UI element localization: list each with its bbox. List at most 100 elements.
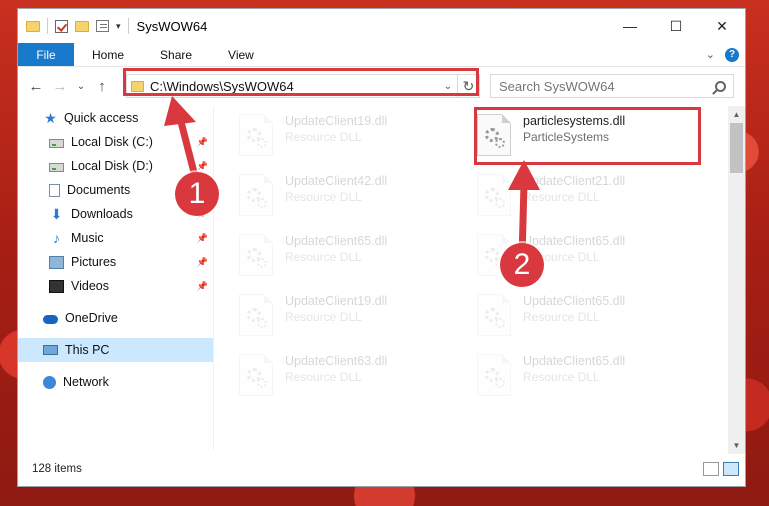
pin-icon: 📌 — [196, 232, 208, 243]
dll-file-icon — [239, 114, 273, 156]
back-button[interactable]: ← — [24, 78, 48, 95]
properties-check-icon[interactable] — [55, 19, 68, 33]
file-item[interactable]: UpdateClient65.dll Resource DLL — [214, 230, 444, 286]
file-item[interactable]: UpdateClient65.dll Resource DLL — [452, 350, 682, 406]
dll-file-icon — [239, 234, 273, 276]
sidebar-item-label: Pictures — [71, 255, 117, 269]
sidebar-item-label: Videos — [71, 279, 109, 293]
quick-access-toolbar: ▾ — [18, 18, 129, 34]
title-bar: ▾ SysWOW64 — ☐ ✕ — [18, 9, 745, 43]
onedrive-icon — [43, 314, 58, 324]
search-icon[interactable] — [715, 80, 726, 92]
dll-file-icon — [239, 174, 273, 216]
sidebar-item-label: Downloads — [71, 207, 133, 221]
sidebar-item-network[interactable]: Network — [18, 370, 213, 394]
file-type: Resource DLL — [285, 190, 362, 204]
search-box[interactable] — [490, 74, 734, 98]
sidebar-item-this-pc[interactable]: This PC — [18, 338, 213, 362]
address-bar[interactable]: C:\Windows\SysWOW64 ⌄ ↻ — [126, 74, 480, 98]
scroll-thumb[interactable] — [730, 123, 743, 173]
sidebar-item-local-disk-c[interactable]: Local Disk (C:) 📌 — [18, 130, 213, 154]
pin-icon: 📌 — [196, 136, 208, 147]
toolbar-divider — [127, 18, 129, 34]
downloads-icon: ⬇ — [50, 205, 63, 222]
sidebar-item-label: This PC — [65, 343, 110, 357]
sidebar-item-pictures[interactable]: Pictures 📌 — [18, 250, 213, 274]
music-icon: ♪ — [53, 229, 60, 246]
rename-icon[interactable] — [96, 20, 109, 32]
file-name: particlesystems.dll — [523, 114, 626, 128]
expand-ribbon-chevron-icon[interactable]: ⌄ — [706, 48, 715, 61]
pin-icon: 📌 — [196, 280, 208, 291]
maximize-button[interactable]: ☐ — [653, 9, 699, 43]
file-type: Resource DLL — [285, 130, 362, 144]
tab-home[interactable]: Home — [74, 43, 142, 66]
disk-icon — [49, 138, 64, 148]
file-name: UpdateClient42.dll — [285, 174, 388, 188]
new-folder-icon[interactable] — [75, 20, 89, 32]
customize-toolbar-arrow-icon[interactable]: ▾ — [116, 21, 121, 32]
file-name: UpdateClient65.dll — [523, 354, 626, 368]
pin-icon: 📌 — [196, 256, 208, 267]
file-item[interactable]: UpdateClient65.dll Resource DLL — [452, 230, 682, 286]
help-icon[interactable]: ? — [725, 47, 739, 62]
file-type: Resource DLL — [523, 190, 600, 204]
file-type: Resource DLL — [285, 310, 362, 324]
search-input[interactable] — [499, 78, 699, 94]
details-view-icon[interactable] — [703, 462, 719, 476]
tab-share[interactable]: Share — [142, 43, 210, 66]
file-item[interactable]: UpdateClient21.dll Resource DLL — [452, 170, 682, 226]
recent-locations-button[interactable]: ⌄ — [72, 81, 90, 92]
file-name: UpdateClient19.dll — [285, 294, 388, 308]
sidebar-item-local-disk-d[interactable]: Local Disk (D:) 📌 — [18, 154, 213, 178]
sidebar-item-label: Music — [71, 231, 104, 245]
dll-file-icon — [477, 114, 511, 156]
refresh-icon[interactable]: ↻ — [457, 75, 479, 97]
address-path[interactable]: C:\Windows\SysWOW64 — [150, 79, 294, 94]
file-item[interactable]: UpdateClient63.dll Resource DLL — [214, 350, 444, 406]
dll-file-icon — [477, 174, 511, 216]
up-button[interactable]: ↑ — [90, 78, 114, 95]
navigation-pane: ★ Quick access Local Disk (C:) 📌 Local D… — [18, 106, 213, 454]
step-2-callout: 2 — [500, 243, 544, 287]
sidebar-item-label: Quick access — [64, 111, 139, 125]
explorer-window: ▾ SysWOW64 — ☐ ✕ File Home Share View ⌄ … — [17, 8, 746, 487]
file-name: UpdateClient21.dll — [523, 174, 626, 188]
scroll-up-arrow-icon[interactable]: ▲ — [728, 106, 745, 123]
file-name: UpdateClient65.dll — [285, 234, 388, 248]
sidebar-item-onedrive[interactable]: OneDrive — [18, 306, 213, 330]
file-type: Resource DLL — [523, 310, 600, 324]
close-button[interactable]: ✕ — [699, 9, 745, 43]
network-icon — [43, 375, 56, 389]
tab-view[interactable]: View — [210, 43, 272, 66]
sidebar-item-label: Local Disk (D:) — [71, 159, 153, 173]
file-name: UpdateClient65.dll — [523, 294, 626, 308]
vertical-scrollbar[interactable]: ▲ ▼ — [728, 106, 745, 454]
dll-file-icon — [239, 354, 273, 396]
minimize-button[interactable]: — — [607, 9, 653, 43]
file-item[interactable]: UpdateClient19.dll Resource DLL — [214, 110, 444, 166]
dll-file-icon — [239, 294, 273, 336]
this-pc-icon — [43, 345, 58, 355]
file-type: Resource DLL — [523, 370, 600, 384]
item-count: 128 items — [32, 463, 82, 475]
file-name: UpdateClient63.dll — [285, 354, 388, 368]
forward-button[interactable]: → — [48, 78, 72, 95]
file-item-particlesystems[interactable]: particlesystems.dll ParticleSystems — [452, 110, 682, 166]
sidebar-item-music[interactable]: ♪ Music 📌 — [18, 226, 213, 250]
file-item[interactable]: UpdateClient42.dll Resource DLL — [214, 170, 444, 226]
file-type: Resource DLL — [285, 250, 362, 264]
file-item[interactable]: UpdateClient65.dll Resource DLL — [452, 290, 682, 346]
file-item[interactable]: UpdateClient19.dll Resource DLL — [214, 290, 444, 346]
file-list: UpdateClient19.dll Resource DLL particles… — [214, 106, 728, 451]
navigation-bar: ← → ⌄ ↑ C:\Windows\SysWOW64 ⌄ ↻ — [18, 67, 745, 105]
window-controls: — ☐ ✕ — [607, 9, 745, 43]
sidebar-item-videos[interactable]: Videos 📌 — [18, 274, 213, 298]
tab-file[interactable]: File — [18, 43, 74, 66]
sidebar-item-label: Local Disk (C:) — [71, 135, 153, 149]
window-title: SysWOW64 — [136, 18, 208, 34]
address-dropdown-icon[interactable]: ⌄ — [439, 81, 457, 92]
large-icons-view-icon[interactable] — [723, 462, 739, 476]
toolbar-divider — [47, 18, 48, 34]
sidebar-item-quick-access[interactable]: ★ Quick access — [18, 106, 213, 130]
